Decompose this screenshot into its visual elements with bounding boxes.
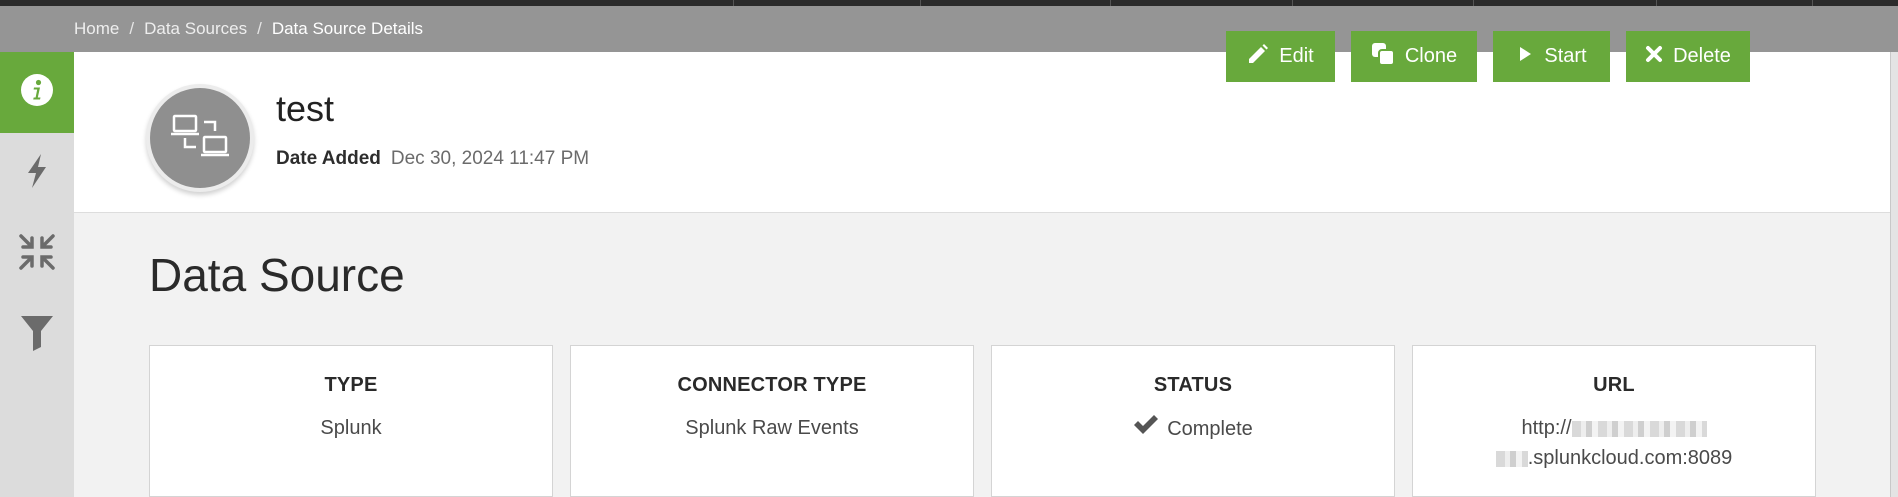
breadcrumb-data-sources[interactable]: Data Sources [144, 19, 247, 39]
connector-type-value: Splunk Raw Events [685, 417, 859, 439]
connector-type-card: CONNECTOR TYPE Splunk Raw Events [570, 345, 974, 497]
url-value: http:// .splunkcloud.com:8089 [1413, 413, 1815, 473]
close-icon [1645, 45, 1673, 69]
filter-icon [20, 314, 54, 357]
url-label: URL [1593, 374, 1635, 396]
type-label: TYPE [324, 374, 378, 396]
url-suffix: .splunkcloud.com:8089 [1527, 447, 1733, 469]
section-title: Data Source [149, 249, 405, 301]
breadcrumb-separator: / [129, 19, 135, 38]
redacted-host [1495, 450, 1528, 467]
url-card: URL http:// .splunkcloud.com:8089 [1412, 345, 1816, 497]
info-icon [20, 73, 54, 112]
checkmark-icon [1133, 413, 1167, 444]
clone-icon [1371, 42, 1405, 72]
connected-computers-icon [171, 113, 229, 164]
edit-button[interactable]: Edit [1226, 31, 1335, 82]
data-source-avatar [150, 88, 250, 188]
url-prefix: http:// [1521, 417, 1572, 439]
action-toolbar: Edit Clone Start Delete [1226, 31, 1750, 82]
delete-button-label: Delete [1673, 45, 1731, 67]
type-card: TYPE Splunk [149, 345, 553, 497]
start-button-label: Start [1544, 45, 1587, 67]
redacted-host [1571, 420, 1707, 437]
status-card: STATUS Complete [991, 345, 1395, 497]
pencil-icon [1247, 43, 1279, 71]
date-added-value: Dec 30, 2024 11:47 PM [390, 148, 590, 169]
lightning-icon [24, 153, 50, 194]
status-label: STATUS [1153, 374, 1233, 396]
date-added: Date Added Dec 30, 2024 11:47 PM [276, 148, 589, 170]
sidebar [0, 52, 74, 497]
breadcrumb-separator: / [257, 19, 262, 38]
sidebar-item-info[interactable] [0, 52, 74, 133]
scrollbar[interactable] [1890, 52, 1898, 497]
breadcrumb-current: Data Source Details [271, 19, 424, 38]
type-value: Splunk [320, 417, 382, 439]
page-title: test [276, 88, 335, 129]
clone-button-label: Clone [1404, 45, 1458, 67]
sidebar-item-lightning[interactable] [0, 133, 74, 214]
sidebar-item-filter[interactable] [0, 295, 74, 376]
status-value: Complete [1167, 417, 1253, 440]
edit-button-label: Edit [1279, 45, 1314, 67]
play-icon [1516, 45, 1544, 69]
breadcrumb-home[interactable]: Home [74, 19, 119, 39]
info-cards: TYPE Splunk CONNECTOR TYPE Splunk Raw Ev… [149, 345, 1816, 497]
clone-button[interactable]: Clone [1351, 31, 1477, 82]
breadcrumb: Home / Data Sources / Data Source Detail… [74, 19, 423, 39]
date-added-label: Date Added [276, 148, 381, 169]
sidebar-item-compress[interactable] [0, 214, 74, 295]
compress-icon [18, 233, 56, 276]
delete-button[interactable]: Delete [1626, 31, 1750, 82]
start-button[interactable]: Start [1493, 31, 1610, 82]
connector-type-label: CONNECTOR TYPE [677, 374, 867, 396]
